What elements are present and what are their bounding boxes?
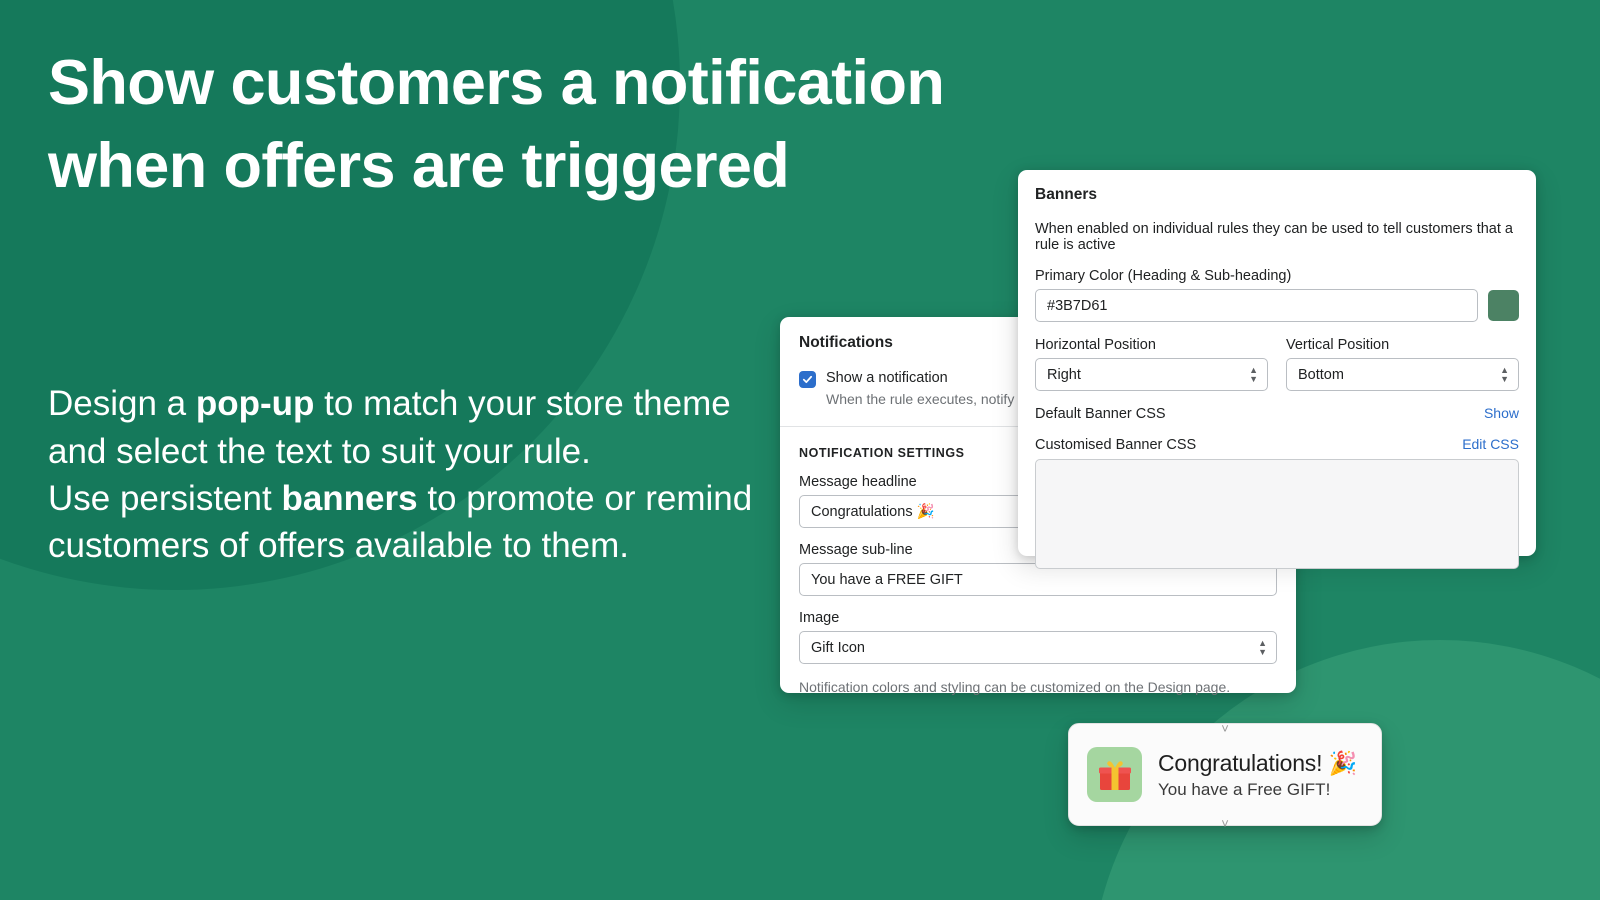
show-default-css-link[interactable]: Show: [1484, 405, 1519, 421]
vertical-position-label: Vertical Position: [1286, 337, 1390, 353]
chevron-updown-icon: ▲ ▼: [1249, 365, 1258, 384]
notifications-footnote: Notification colors and styling can be c…: [799, 679, 1231, 695]
check-icon: [802, 375, 813, 384]
banners-card: Banners When enabled on individual rules…: [1018, 170, 1536, 569]
image-select-value: Gift Icon: [811, 639, 865, 656]
banners-card-title: Banners: [1035, 186, 1098, 203]
body-paragraph-1: Design a pop-up to match your store them…: [48, 380, 768, 475]
body-paragraph-2: Use persistent banners to promote or rem…: [48, 475, 768, 570]
toast-subline: You have a Free GIFT!: [1158, 779, 1331, 799]
banners-description: When enabled on individual rules they ca…: [1035, 221, 1513, 253]
vertical-position-select[interactable]: Bottom ▲ ▼: [1286, 358, 1519, 391]
primary-color-swatch[interactable]: [1488, 290, 1519, 321]
notification-toast-preview: ˅ ˅ Congratulations! 🎉 You have a Free G…: [1068, 722, 1382, 830]
image-label: Image: [799, 610, 840, 626]
chevron-down-icon-bottom[interactable]: ˅: [1221, 817, 1229, 830]
chevron-updown-icon: ▲ ▼: [1500, 365, 1509, 384]
show-notification-checkbox[interactable]: [799, 371, 816, 388]
chevron-updown-icon: ▲ ▼: [1258, 638, 1267, 657]
image-field: Image Gift Icon ▲ ▼: [799, 610, 1277, 664]
customised-banner-css-textarea[interactable]: [1035, 459, 1519, 569]
horizontal-position-select[interactable]: Right ▲ ▼: [1035, 358, 1268, 391]
gift-icon: [1087, 747, 1142, 802]
primary-color-input[interactable]: #3B7D61: [1035, 289, 1478, 322]
edit-css-link[interactable]: Edit CSS: [1462, 436, 1519, 452]
chevron-down-icon-top[interactable]: ˅: [1221, 722, 1229, 735]
headline-line-1: Show customers a notification: [48, 48, 945, 118]
primary-color-row: #3B7D61: [1035, 289, 1519, 322]
customised-banner-css-label: Customised Banner CSS: [1035, 437, 1197, 453]
page-title: Show customers a notification when offer…: [48, 42, 1138, 208]
primary-color-field: Primary Color (Heading & Sub-heading) #3…: [1035, 268, 1519, 322]
position-row: Horizontal Position Right ▲ ▼ Vertical Po…: [1035, 337, 1519, 391]
horizontal-position-value: Right: [1047, 366, 1081, 383]
primary-color-label: Primary Color (Heading & Sub-heading): [1035, 268, 1292, 284]
horizontal-position-label: Horizontal Position: [1035, 337, 1156, 353]
body-2-part-a: Use persistent: [48, 478, 282, 518]
vertical-position-field: Vertical Position Bottom ▲ ▼: [1286, 337, 1519, 391]
headline-line-2: when offers are triggered: [48, 131, 790, 202]
toast-headline: Congratulations! 🎉: [1158, 749, 1357, 776]
image-select[interactable]: Gift Icon ▲ ▼: [799, 631, 1277, 664]
default-banner-css-row: Default Banner CSS Show: [1035, 405, 1519, 422]
gift-icon-glyph: [1098, 760, 1131, 790]
marketing-body: Design a pop-up to match your store them…: [48, 380, 768, 569]
toast-text-block: Congratulations! 🎉 You have a Free GIFT!: [1158, 750, 1357, 800]
vertical-position-value: Bottom: [1298, 366, 1344, 383]
show-notification-label: Show a notification: [826, 370, 948, 386]
body-1-strong: pop-up: [195, 384, 315, 424]
body-1-part-a: Design a: [48, 384, 196, 424]
show-notification-help: When the rule executes, notify the c: [826, 391, 1049, 407]
customised-banner-css-row: Customised Banner CSS Edit CSS: [1035, 436, 1519, 453]
show-notification-text: Show a notification When the rule execut…: [826, 370, 1049, 407]
default-banner-css-label: Default Banner CSS: [1035, 406, 1166, 422]
horizontal-position-field: Horizontal Position Right ▲ ▼: [1035, 337, 1268, 391]
body-2-strong: banners: [281, 478, 418, 518]
